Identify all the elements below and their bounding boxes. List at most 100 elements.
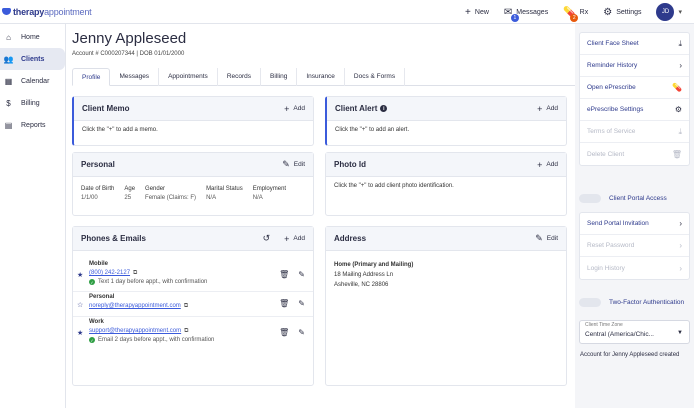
add-alert-button[interactable]: + Add	[537, 104, 558, 114]
tab-profile[interactable]: Profile	[72, 68, 111, 86]
sidebar-item-billing[interactable]: $ Billing	[0, 92, 65, 114]
field-employment: Employment N/A	[253, 186, 286, 201]
messages-button[interactable]: ✉ 1 Messages	[504, 7, 548, 22]
sidebar-item-label: Clients	[21, 55, 45, 63]
link-label: Send Portal Invitation	[587, 220, 649, 227]
tab-billing[interactable]: Billing	[261, 68, 298, 86]
link-label: Open ePrescribe	[587, 84, 636, 91]
contact-note: Text 1 day before appt., with confirmati…	[98, 279, 208, 285]
account-created-text: Account for Jenny Appleseed created	[580, 352, 680, 358]
alert-placeholder: Click the "+" to add an alert.	[335, 127, 410, 133]
trash-icon[interactable]: 🗑	[279, 270, 289, 279]
field-gender: Gender Female (Claims: F)	[145, 186, 196, 201]
link-label: ePrescribe Settings	[587, 106, 644, 113]
copy-icon[interactable]: ⧉	[133, 270, 137, 276]
new-label: New	[474, 8, 489, 16]
contact-row-work: ★ Work support@therapyappointment.com ⧉ ✓…	[73, 317, 313, 351]
sidebar-item-reports[interactable]: ▤ Reports	[0, 114, 65, 136]
toggle-label: Client Portal Access	[609, 194, 667, 202]
field-label: Marital Status	[206, 186, 243, 192]
action-label: Add	[293, 105, 305, 112]
star-outline-icon[interactable]: ☆	[77, 301, 83, 309]
right-panel: Client Face Sheet ⤓ Reminder History › Ope…	[575, 24, 694, 408]
add-memo-button[interactable]: + Add	[284, 104, 305, 114]
page-title: Jenny Appleseed	[72, 30, 187, 47]
sidebar-item-label: Reports	[21, 121, 46, 129]
card-title: Address	[334, 234, 367, 243]
download-icon: ⤓	[678, 38, 682, 48]
send-portal-invitation-link[interactable]: Send Portal Invitation ›	[580, 213, 689, 235]
link-label: Client Face Sheet	[587, 40, 639, 47]
tab-docs-forms[interactable]: Docs & Forms	[345, 68, 406, 86]
phones-emails-card: Phones & Emails ↺ + Add ★ Mobile (800) 24…	[72, 226, 314, 386]
pencil-icon[interactable]: ✎	[298, 270, 305, 279]
chevron-down-icon[interactable]: ▾	[678, 8, 682, 16]
address-line-2: Asheville, NC 28806	[334, 282, 389, 288]
chevron-right-icon: ›	[679, 263, 682, 273]
avatar[interactable]: JD	[656, 3, 675, 21]
settings-label: Settings	[616, 8, 642, 16]
client-face-sheet-link[interactable]: Client Face Sheet ⤓	[580, 33, 689, 55]
tab-messages[interactable]: Messages	[110, 68, 160, 86]
info-icon[interactable]: i	[380, 105, 388, 112]
contact-type: Personal	[89, 294, 115, 300]
new-button[interactable]: + New	[465, 7, 489, 18]
toggle-label: Two-Factor Authentication	[609, 298, 685, 306]
rx-label: Rx	[579, 8, 589, 16]
contact-type: Work	[89, 319, 104, 325]
reminder-history-link[interactable]: Reminder History ›	[580, 55, 689, 77]
chevron-right-icon: ›	[679, 241, 682, 250]
edit-address-button[interactable]: ✎ Edit	[535, 233, 558, 244]
toggle-switch[interactable]	[579, 297, 601, 307]
report-icon: ▤	[4, 120, 13, 130]
dollar-icon: $	[6, 98, 11, 108]
timezone-label: Client Time Zone	[585, 322, 623, 328]
settings-button[interactable]: ⚙ Settings	[603, 7, 641, 18]
eprescribe-settings-link[interactable]: ePrescribe Settings ⚙	[580, 99, 689, 121]
trash-icon[interactable]: 🗑	[279, 328, 289, 337]
sidebar-item-home[interactable]: ⌂ Home	[0, 26, 65, 48]
action-label: Add	[293, 235, 305, 242]
portal-actions-box: Send Portal Invitation › Reset Password › …	[579, 212, 690, 280]
open-eprescribe-link[interactable]: Open ePrescribe 💊	[580, 77, 689, 99]
contact-phone-link[interactable]: (800) 242-2127	[89, 270, 130, 276]
rx-button[interactable]: 💊 2 Rx	[563, 7, 589, 22]
trash-icon[interactable]: 🗑	[279, 299, 289, 308]
add-contact-button[interactable]: + Add	[284, 234, 305, 244]
toggle-switch[interactable]	[579, 193, 601, 203]
contact-row-mobile: ★ Mobile (800) 242-2127 ⧉ ✓ Text 1 day bef…	[73, 259, 313, 292]
action-label: Add	[546, 105, 558, 112]
field-marital-status: Marital Status N/A	[206, 186, 243, 201]
plus-icon: +	[537, 103, 543, 114]
tab-records[interactable]: Records	[218, 68, 262, 86]
timezone-select[interactable]: Client Time Zone Central (America/Chic..…	[579, 320, 690, 344]
tab-insurance[interactable]: Insurance	[297, 68, 345, 86]
client-portal-access-toggle[interactable]: Client Portal Access	[579, 188, 690, 208]
star-icon[interactable]: ★	[77, 329, 83, 337]
sidebar-item-label: Billing	[21, 99, 40, 107]
two-factor-toggle[interactable]: Two-Factor Authentication	[579, 292, 690, 312]
pencil-icon[interactable]: ✎	[298, 328, 305, 337]
link-label: Reset Password	[587, 242, 635, 249]
card-title: Photo Id	[334, 160, 366, 169]
card-title: Client Alert	[335, 104, 378, 113]
brand-logo[interactable]: therapy appointment	[0, 7, 92, 17]
pencil-icon[interactable]: ✎	[298, 299, 305, 308]
rx-badge: 2	[570, 13, 579, 22]
tab-appointments[interactable]: Appointments	[159, 68, 218, 86]
copy-icon[interactable]: ⧉	[184, 303, 188, 309]
history-icon[interactable]: ↺	[263, 233, 271, 244]
pencil-icon: ✎	[535, 233, 543, 243]
field-value: N/A	[206, 195, 217, 201]
sidebar-item-calendar[interactable]: ▦ Calendar	[0, 70, 65, 92]
add-photo-button[interactable]: + Add	[537, 160, 558, 170]
contact-email-link[interactable]: support@therapyappointment.com	[89, 328, 181, 334]
edit-personal-button[interactable]: ✎ Edit	[282, 159, 305, 170]
star-icon[interactable]: ★	[77, 271, 83, 279]
copy-icon[interactable]: ⧉	[184, 328, 188, 334]
client-actions-box: Client Face Sheet ⤓ Reminder History › Ope…	[579, 32, 690, 166]
link-label: Delete Client	[587, 150, 625, 158]
sidebar-item-clients[interactable]: 👥 Clients	[0, 48, 65, 70]
contact-email-link[interactable]: noreply@therapyappointment.com	[89, 303, 181, 309]
field-age: Age 25	[124, 186, 135, 201]
